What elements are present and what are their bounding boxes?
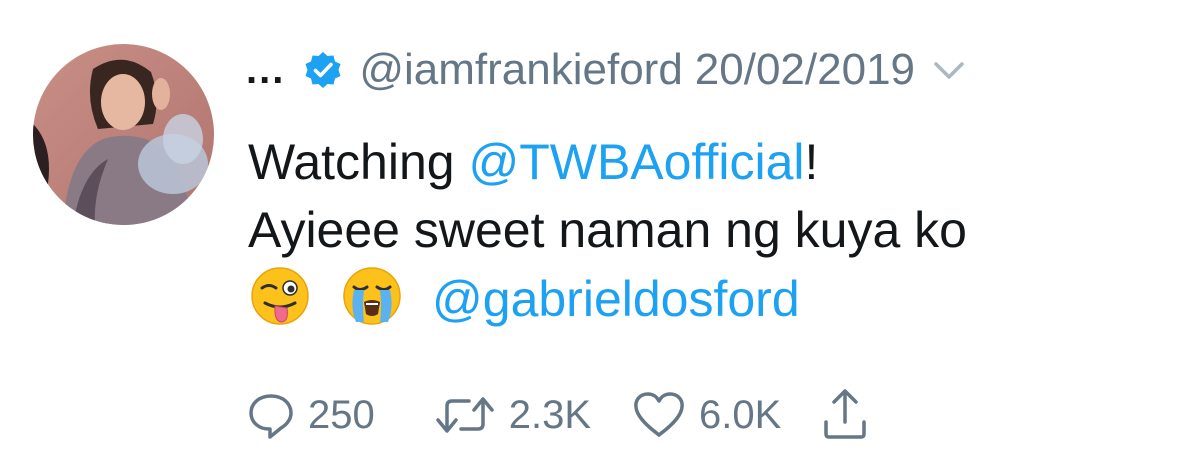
avatar[interactable] <box>33 44 214 225</box>
author-handle[interactable]: @iamfrankieford <box>359 45 682 95</box>
display-name[interactable]: ... <box>246 48 285 93</box>
tweet-line-2: Ayieee sweet naman ng kuya ko <box>248 202 967 258</box>
verified-badge-icon <box>303 50 343 90</box>
tweet-line-3: @gabrieldosford <box>248 264 1178 333</box>
reply-count: 250 <box>308 392 375 437</box>
winking-face-with-tongue-emoji-icon <box>248 264 312 328</box>
caret-down-icon[interactable] <box>929 50 969 90</box>
share-button[interactable] <box>821 388 869 442</box>
tweet-text: Watching @TWBAofficial! Ayieee sweet nam… <box>248 128 1178 333</box>
mention-link[interactable]: @gabrieldosford <box>432 271 800 327</box>
like-button[interactable]: 6.0K <box>631 390 781 440</box>
mention-link[interactable]: @TWBAofficial <box>468 134 804 190</box>
tweet-date[interactable]: 20/02/2019 <box>695 45 915 95</box>
like-count: 6.0K <box>699 392 782 437</box>
text-segment: ! <box>804 134 819 190</box>
reply-button[interactable]: 250 <box>246 390 375 440</box>
retweet-icon <box>433 390 497 440</box>
like-icon <box>631 390 687 440</box>
tweet-line-1: Watching @TWBAofficial! <box>248 128 1178 196</box>
action-bar: 250 2.3K 6.0K <box>246 388 869 442</box>
tweet-header: ... @iamfrankieford 20/02/2019 <box>246 40 969 100</box>
retweet-button[interactable]: 2.3K <box>433 390 591 440</box>
loudly-crying-face-emoji-icon <box>340 264 404 328</box>
text-segment: Watching <box>248 134 469 190</box>
share-icon <box>821 388 869 442</box>
retweet-count: 2.3K <box>508 392 592 437</box>
reply-icon <box>246 390 296 440</box>
